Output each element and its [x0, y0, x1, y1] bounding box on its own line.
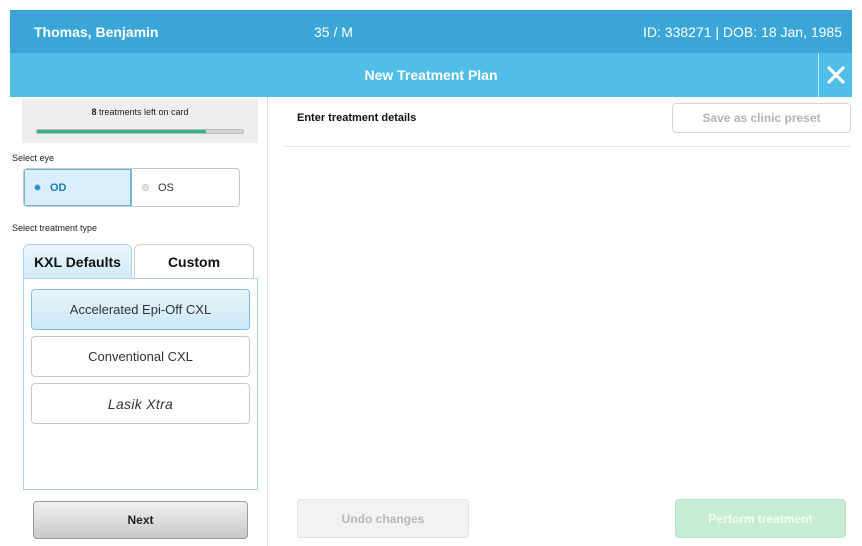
eye-option-od[interactable]: OD	[24, 169, 132, 206]
tab-custom[interactable]: Custom	[134, 244, 254, 278]
treatment-tabs: KXL Defaults Custom	[23, 244, 254, 278]
card-progress-bar	[36, 129, 244, 134]
close-button[interactable]	[818, 53, 852, 97]
eye-option-os[interactable]: OS	[132, 169, 239, 206]
card-count: 8	[91, 107, 97, 117]
patient-age-sex: 35 / M	[314, 24, 353, 40]
radio-selected-icon	[34, 184, 41, 191]
patient-header: Thomas, Benjamin 35 / M ID: 338271 | DOB…	[10, 10, 852, 53]
select-eye-label: Select eye	[12, 153, 55, 163]
perform-treatment-button[interactable]: Perform treatment	[675, 499, 846, 538]
treatment-accelerated-epi-off-cxl[interactable]: Accelerated Epi-Off CXL	[31, 289, 250, 330]
left-panel: 8 treatments left on card Select eye OD …	[10, 97, 268, 546]
save-clinic-preset-button[interactable]: Save as clinic preset	[672, 103, 851, 133]
eye-option-od-label: OD	[50, 181, 67, 194]
radio-unselected-icon	[142, 184, 149, 191]
next-button[interactable]: Next	[33, 501, 248, 539]
card-status-text: treatments left on card	[98, 107, 189, 117]
close-icon	[826, 66, 845, 84]
patient-id-dob: ID: 338271 | DOB: 18 Jan, 1985	[643, 24, 842, 40]
treatment-conventional-cxl[interactable]: Conventional CXL	[31, 336, 250, 377]
eye-option-os-label: OS	[158, 181, 174, 194]
treatment-details-title: Enter treatment details	[297, 112, 417, 124]
tab-kxl-defaults[interactable]: KXL Defaults	[23, 244, 132, 278]
undo-changes-button[interactable]: Undo changes	[297, 499, 469, 538]
title-bar: New Treatment Plan	[10, 53, 852, 97]
card-status: 8 treatments left on card	[22, 99, 258, 143]
treatment-list: Accelerated Epi-Off CXL Conventional CXL…	[23, 278, 258, 490]
patient-name: Thomas, Benjamin	[34, 24, 159, 40]
select-treatment-type-label: Select treatment type	[12, 223, 98, 233]
details-divider	[284, 146, 850, 147]
treatment-lasik-xtra[interactable]: Lasik Xtra	[31, 383, 250, 424]
card-progress-fill	[37, 130, 206, 133]
page-title: New Treatment Plan	[364, 67, 498, 83]
eye-selector: OD OS	[23, 168, 240, 207]
